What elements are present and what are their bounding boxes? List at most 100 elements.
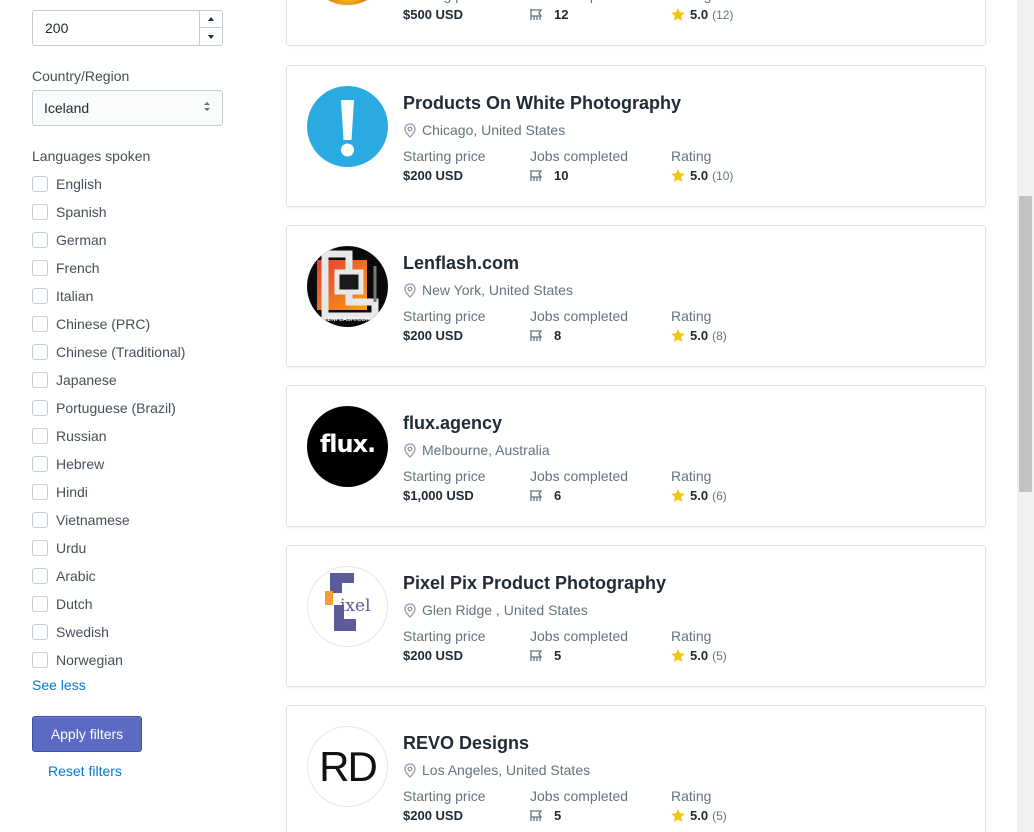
- checkbox[interactable]: [32, 176, 48, 192]
- starting-price-value: $200 USD: [403, 808, 463, 823]
- checkbox[interactable]: [32, 456, 48, 472]
- apply-filters-button[interactable]: Apply filters: [32, 716, 142, 752]
- rate-input-value[interactable]: 200: [45, 20, 68, 36]
- language-option[interactable]: Arabic: [32, 562, 96, 590]
- language-option[interactable]: Vietnamese: [32, 506, 130, 534]
- checkbox[interactable]: [32, 596, 48, 612]
- language-option[interactable]: Russian: [32, 422, 107, 450]
- language-option[interactable]: Italian: [32, 282, 93, 310]
- expert-card[interactable]: LENFLASH.COM Lenflash.com New York, Unit…: [286, 225, 986, 367]
- expert-avatar: [307, 0, 388, 6]
- briefcase-flag-icon: [530, 330, 543, 341]
- checkbox[interactable]: [32, 316, 48, 332]
- language-option[interactable]: Dutch: [32, 590, 93, 618]
- jobs-completed-value: 6: [530, 488, 561, 503]
- language-option[interactable]: Japanese: [32, 366, 117, 394]
- briefcase-flag-icon: [530, 170, 543, 181]
- caret-down-icon: [208, 34, 214, 39]
- location-text: Glen Ridge , United States: [422, 602, 588, 618]
- decrement-button[interactable]: [200, 28, 222, 45]
- language-label: Vietnamese: [56, 512, 130, 528]
- language-option[interactable]: French: [32, 254, 100, 282]
- checkbox[interactable]: [32, 232, 48, 248]
- language-option[interactable]: Chinese (Traditional): [32, 338, 185, 366]
- starting-price-value: $200 USD: [403, 168, 463, 183]
- checkbox[interactable]: [32, 568, 48, 584]
- language-option[interactable]: Norwegian: [32, 646, 123, 674]
- rating-score: 5.0: [690, 808, 709, 823]
- expert-name[interactable]: REVO Designs: [403, 733, 529, 754]
- star-icon: [671, 489, 685, 502]
- checkbox[interactable]: [32, 288, 48, 304]
- language-option[interactable]: Urdu: [32, 534, 86, 562]
- location-pin-icon: [404, 602, 416, 618]
- star-icon: [671, 329, 685, 342]
- rating-count: (10): [712, 168, 734, 183]
- location-pin-icon: [404, 442, 416, 458]
- briefcase-flag-icon: [530, 650, 543, 661]
- briefcase-flag-icon: [530, 810, 543, 821]
- location-pin-icon: [404, 762, 416, 778]
- checkbox[interactable]: [32, 540, 48, 556]
- expert-name[interactable]: Pixel Pix Product Photography: [403, 573, 666, 594]
- expert-location: New York, United States: [403, 282, 573, 298]
- country-select[interactable]: Iceland: [32, 90, 223, 126]
- language-label: Swedish: [56, 624, 109, 640]
- expert-location: Glen Ridge , United States: [403, 602, 588, 618]
- expert-card[interactable]: Products On White Photography Chicago, U…: [286, 65, 986, 207]
- see-less-link[interactable]: See less: [32, 677, 86, 693]
- flux-logo-text: flux.: [319, 430, 376, 458]
- expert-card[interactable]: flux. flux.agency Melbourne, Australia S…: [286, 385, 986, 527]
- lenflash-logo: LENFLASH.COM: [317, 250, 379, 323]
- rating-count: (5): [712, 648, 727, 663]
- rating-count: (5): [712, 808, 727, 823]
- starting-price-label: Starting price: [403, 628, 486, 644]
- expert-name[interactable]: Products On White Photography: [403, 93, 681, 114]
- language-option[interactable]: Chinese (PRC): [32, 310, 150, 338]
- language-label: German: [56, 232, 107, 248]
- rating-score: 5.0: [690, 488, 709, 503]
- expert-card[interactable]: ixel Pixel Pix Product Photography Glen …: [286, 545, 986, 687]
- rating-score: 5.0: [690, 7, 709, 22]
- expert-card[interactable]: Starting price $500 USD Jobs completed 1…: [286, 0, 986, 46]
- scrollbar-thumb[interactable]: [1019, 196, 1032, 492]
- language-label: Hindi: [56, 484, 88, 500]
- star-icon: [671, 169, 685, 182]
- language-label: Norwegian: [56, 652, 123, 668]
- checkbox[interactable]: [32, 260, 48, 276]
- expert-card[interactable]: RD REVO Designs Los Angeles, United Stat…: [286, 705, 986, 832]
- jobs-completed-value: 5: [530, 648, 561, 663]
- language-option[interactable]: Hebrew: [32, 450, 104, 478]
- jobs-completed-value: 5: [530, 808, 561, 823]
- rating-value: 5.0 (5): [671, 648, 727, 663]
- language-option[interactable]: Hindi: [32, 478, 88, 506]
- checkbox[interactable]: [32, 484, 48, 500]
- rating-label: Rating: [671, 0, 711, 3]
- checkbox[interactable]: [32, 344, 48, 360]
- revo-logo-text: RD: [319, 743, 378, 790]
- checkbox[interactable]: [32, 652, 48, 668]
- language-label: Urdu: [56, 540, 87, 556]
- language-option[interactable]: Spanish: [32, 198, 107, 226]
- rate-number-input[interactable]: 200: [32, 10, 223, 46]
- checkbox[interactable]: [32, 512, 48, 528]
- checkbox[interactable]: [32, 372, 48, 388]
- expert-name[interactable]: flux.agency: [403, 413, 502, 434]
- increment-button[interactable]: [200, 11, 222, 28]
- checkbox[interactable]: [32, 428, 48, 444]
- briefcase-flag-icon: [530, 490, 543, 501]
- language-option[interactable]: English: [32, 170, 102, 198]
- checkbox[interactable]: [32, 204, 48, 220]
- starting-price-value: $500 USD: [403, 7, 463, 22]
- expert-avatar: ixel: [307, 566, 388, 647]
- checkbox[interactable]: [32, 400, 48, 416]
- language-option[interactable]: German: [32, 226, 107, 254]
- page-scrollbar[interactable]: [1017, 0, 1034, 832]
- expert-name[interactable]: Lenflash.com: [403, 253, 519, 274]
- language-option[interactable]: Swedish: [32, 618, 109, 646]
- rate-stepper[interactable]: [199, 11, 222, 45]
- starting-price-value: $1,000 USD: [403, 488, 474, 503]
- checkbox[interactable]: [32, 624, 48, 640]
- reset-filters-link[interactable]: Reset filters: [48, 763, 122, 779]
- language-option[interactable]: Portuguese (Brazil): [32, 394, 176, 422]
